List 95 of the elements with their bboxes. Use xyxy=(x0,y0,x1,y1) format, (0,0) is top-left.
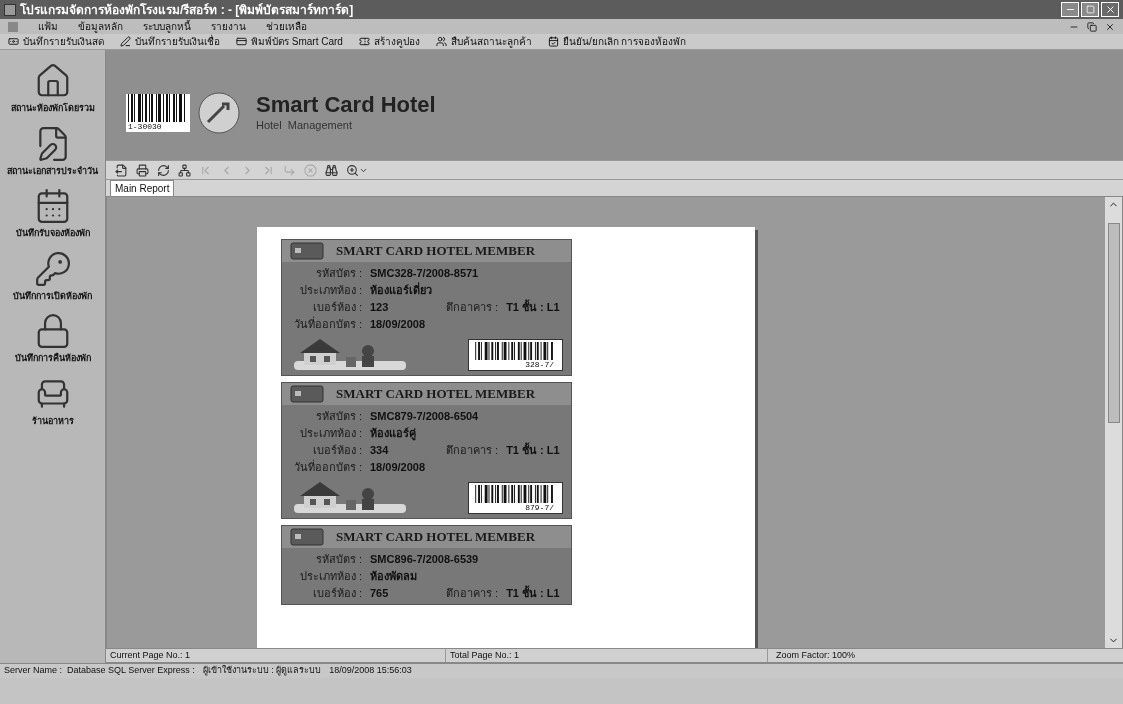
go-to-page-icon xyxy=(283,163,296,177)
toolbar-button[interactable]: บันทึกรายรับเงินเชื่อ xyxy=(120,34,220,49)
toolbar-button[interactable] xyxy=(156,163,171,177)
toolbar-button[interactable]: บันทึกรายรับเงินสด xyxy=(8,34,104,49)
key-icon xyxy=(33,249,72,288)
restore-icon[interactable] xyxy=(1087,21,1097,32)
card-title: SMART CARD HOTEL MEMBER xyxy=(336,385,536,404)
stop-icon xyxy=(304,163,317,177)
zoom-factor-label: Zoom Factor: 100% xyxy=(775,648,856,662)
app-icon xyxy=(4,3,16,16)
toolbar-button[interactable] xyxy=(135,163,150,177)
refresh-icon xyxy=(157,163,170,177)
field-value: 123 xyxy=(370,300,390,314)
close-button[interactable] xyxy=(1101,2,1119,17)
banner-subtitle: Hotel Management xyxy=(256,117,353,133)
field-value: SMC328-7/2008-8571 xyxy=(370,266,479,280)
close-icon[interactable] xyxy=(1105,21,1115,32)
barcode-number: 879-7/ xyxy=(525,503,555,513)
search-icon xyxy=(325,163,338,177)
server-status: Server Name : Database SQL Server Express : xyxy=(4,664,195,678)
barcode-number: 1-30030 xyxy=(128,122,163,132)
field-value: ห้องแอร์คู่ xyxy=(370,426,417,440)
field-label: ตึกอาคาร : xyxy=(446,443,499,457)
card-title: SMART CARD HOTEL MEMBER xyxy=(336,242,536,261)
menu-item[interactable]: ข้อมูลหลัก xyxy=(78,19,123,34)
sidebar-item[interactable]: บันทึกรับจองห้องพัก xyxy=(15,187,90,241)
zoom-icon xyxy=(346,163,359,177)
menu-item[interactable]: รายงาน xyxy=(211,19,246,34)
field-value: 18/09/2008 xyxy=(370,317,427,331)
field-value: T1 ชั้น : L1 xyxy=(506,300,560,314)
sidebar-item[interactable]: สถานะเอกสารประจำวัน xyxy=(7,124,98,178)
toolbar-button[interactable] xyxy=(114,163,129,177)
tree-icon xyxy=(178,163,191,177)
field-label: ตึกอาคาร : xyxy=(446,586,499,600)
field-label: รหัสบัตร : xyxy=(314,409,363,423)
banknote-icon xyxy=(8,36,19,47)
total-page-label: Total Page No.: 1 xyxy=(446,648,768,663)
menu-item[interactable]: ช่วยเหลือ xyxy=(266,19,307,34)
sidebar-item[interactable]: บันทึกการคืนห้องพัก xyxy=(14,312,91,366)
menu-item[interactable]: ระบบลูกหนี้ xyxy=(143,19,191,34)
toolbar-button[interactable] xyxy=(177,163,192,177)
banner-title: Smart Card Hotel xyxy=(256,92,436,117)
field-label: รหัสบัตร : xyxy=(314,552,363,566)
toolbar-button[interactable] xyxy=(345,163,369,177)
field-label: วันที่ออกบัตร : xyxy=(292,317,363,331)
card-title: SMART CARD HOTEL MEMBER xyxy=(336,528,536,547)
toolbar-button[interactable]: สร้างคูปอง xyxy=(358,34,420,49)
field-label: วันที่ออกบัตร : xyxy=(292,460,363,474)
maximize-icon xyxy=(1085,5,1095,14)
minimize-button[interactable] xyxy=(1061,2,1079,17)
field-label: ตึกอาคาร : xyxy=(446,300,499,314)
field-value: ห้องแอร์เดี่ยว xyxy=(370,283,432,297)
calendar-icon xyxy=(547,36,559,47)
sidebar-item[interactable]: สถานะห้องพักโดยรวม xyxy=(10,62,95,116)
pen-icon xyxy=(120,36,131,47)
close-icon xyxy=(1104,4,1116,15)
scrollbar[interactable] xyxy=(1105,197,1122,648)
user-status: ผู้เข้าใช้งานระบบ : ผู้ดูแลระบบ xyxy=(202,664,322,678)
card-drawing xyxy=(290,241,324,261)
sidebar-item[interactable]: ร้านอาหาร xyxy=(31,374,74,428)
field-label: รหัสบัตร : xyxy=(314,266,363,280)
field-value: 18/09/2008 xyxy=(370,460,427,474)
window-title: โปรแกรมจัดการห้องพักโรงแรม/รีสอร์ท : - [พิมพ์บัตรสมาร์ทการ์ด] xyxy=(20,1,354,19)
card-drawing xyxy=(290,384,324,404)
field-label: เบอร์ห้อง : xyxy=(311,300,363,314)
field-value: SMC896-7/2008-6539 xyxy=(370,552,479,566)
people-icon xyxy=(435,36,447,47)
field-value: 765 xyxy=(370,586,390,600)
toolbar-button[interactable]: พิมพ์บัตร Smart Card xyxy=(236,34,343,49)
export-icon xyxy=(115,163,128,177)
field-label: ประเภทห้อง : xyxy=(298,569,363,583)
field-value: T1 ชั้น : L1 xyxy=(506,586,560,600)
field-label: ประเภทห้อง : xyxy=(298,426,363,440)
field-label: เบอร์ห้อง : xyxy=(311,586,363,600)
toolbar-button[interactable]: สืบค้นสถานะลูกค้า xyxy=(435,34,532,49)
field-value: ห้องพัดลม xyxy=(370,569,418,583)
barcode-number: 328-7/ xyxy=(525,360,555,370)
ticket-icon xyxy=(358,36,370,47)
datetime-status: 18/09/2008 15:56:03 xyxy=(329,664,412,678)
sidebar-item[interactable]: บันทึกการเปิดห้องพัก xyxy=(13,249,92,303)
field-value: SMC879-7/2008-6504 xyxy=(370,409,479,423)
field-value: 334 xyxy=(370,443,390,457)
maximize-button[interactable] xyxy=(1081,2,1099,17)
toolbar-button[interactable] xyxy=(324,163,339,177)
print-icon xyxy=(136,163,149,177)
report-tab[interactable]: Main Report xyxy=(110,180,175,196)
card-icon xyxy=(236,36,247,47)
card-drawing xyxy=(290,527,324,547)
field-label: เบอร์ห้อง : xyxy=(311,443,363,457)
field-label: ประเภทห้อง : xyxy=(298,283,363,297)
toolbar-button[interactable]: ยืนยัน/ยกเลิก การจองห้องพัก xyxy=(547,34,687,49)
current-page-label: Current Page No.: 1 xyxy=(106,648,446,663)
menu-item[interactable]: แฟ้ม xyxy=(38,19,58,34)
field-value: T1 ชั้น : L1 xyxy=(506,443,560,457)
barcode-drawing xyxy=(128,94,188,122)
